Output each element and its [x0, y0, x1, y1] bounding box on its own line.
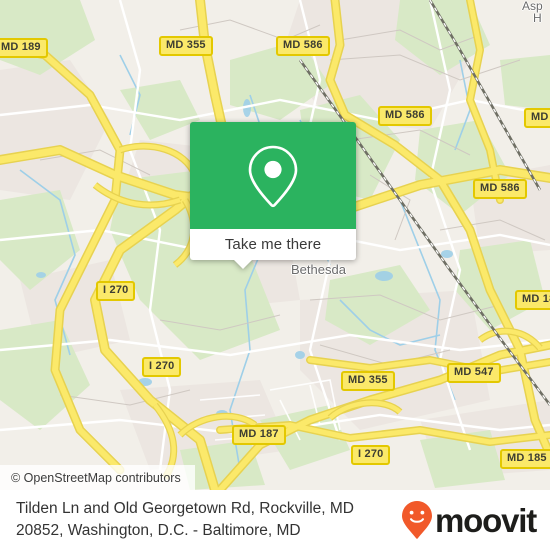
osm-attribution-text: © OpenStreetMap contributors	[11, 470, 181, 485]
place-label-aspen-hill-line2: H	[533, 11, 542, 25]
popup-pointer-tail	[234, 260, 252, 269]
popup-header	[190, 122, 356, 229]
road-shield: MD 355	[159, 36, 213, 56]
moovit-logo[interactable]: moovit	[401, 500, 537, 540]
moovit-wordmark: moovit	[435, 501, 537, 539]
map-canvas[interactable]: MD 189 MD 355 MD 586 MD 586 MD MD 586 I …	[0, 0, 550, 490]
road-shield: I 270	[142, 357, 182, 377]
road-shield: MD 586	[276, 36, 330, 56]
road-shield: MD 189	[0, 38, 48, 58]
map-pin-icon	[248, 145, 298, 207]
location-popup-card[interactable]: Take me there	[190, 122, 356, 269]
address-block: Tilden Ln and Old Georgetown Rd, Rockvil…	[16, 498, 354, 542]
popup-footer[interactable]: Take me there	[190, 229, 356, 269]
footer-bar: Tilden Ln and Old Georgetown Rd, Rockvil…	[0, 490, 550, 550]
address-line-2: 20852, Washington, D.C. - Baltimore, MD	[16, 522, 301, 539]
road-shield: MD 18	[515, 290, 550, 310]
road-shield: MD 187	[232, 425, 286, 445]
moovit-map-screenshot: MD 189 MD 355 MD 586 MD 586 MD MD 586 I …	[0, 0, 550, 550]
take-me-there-label: Take me there	[224, 236, 322, 253]
road-shield: MD	[524, 108, 550, 128]
road-shield: MD 586	[378, 106, 432, 126]
road-shield: I 270	[96, 281, 136, 301]
road-shield: I 270	[351, 445, 391, 465]
place-label-bethesda: Bethesda	[291, 262, 346, 277]
road-shield: MD 185	[500, 449, 550, 469]
osm-attribution[interactable]: © OpenStreetMap contributors	[0, 465, 195, 490]
moovit-pin-smile-icon	[402, 501, 433, 539]
address-line-1: Tilden Ln and Old Georgetown Rd, Rockvil…	[16, 500, 354, 517]
road-shield: MD 547	[447, 363, 501, 383]
road-shield: MD 355	[341, 371, 395, 391]
road-shield: MD 586	[473, 179, 527, 199]
